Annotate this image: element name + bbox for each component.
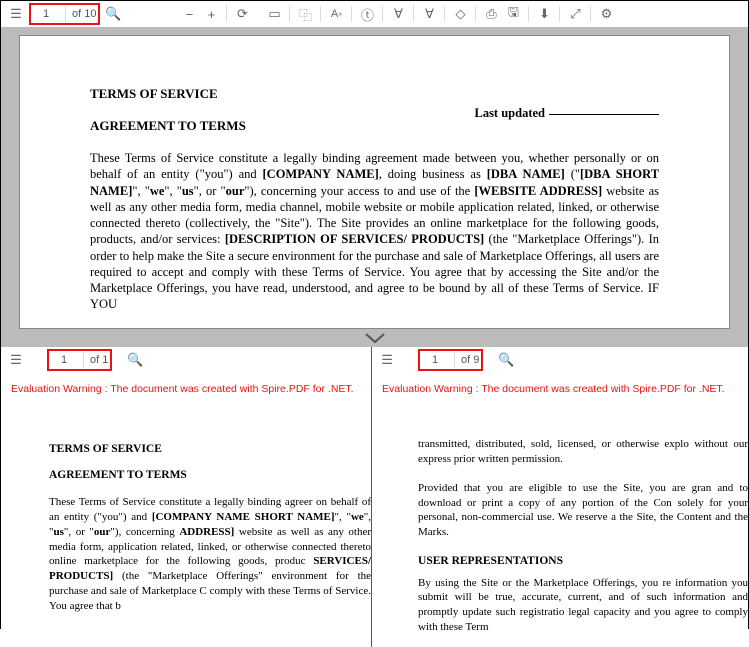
separator xyxy=(444,6,445,22)
separator xyxy=(559,6,560,22)
last-updated-label: Last updated xyxy=(474,106,659,121)
document-page: TERMS OF SERVICE Last updated AGREEMENT … xyxy=(19,35,730,329)
bottom-row: ☰ of 1 🔍 Evaluation Warning : The docume… xyxy=(1,347,748,647)
doc-title: TERMS OF SERVICE xyxy=(90,86,659,102)
doc-body-text: Provided that you are eligible to use th… xyxy=(418,481,748,540)
download-icon[interactable]: ⬇ xyxy=(535,5,553,23)
text-size-icon[interactable]: A» xyxy=(327,5,345,23)
separator xyxy=(351,6,352,22)
pdf-viewer-bottom-left: ☰ of 1 🔍 Evaluation Warning : The docume… xyxy=(1,347,372,647)
page-number-input[interactable] xyxy=(51,352,77,368)
page-indicator-highlight: of 1 xyxy=(47,349,112,371)
separator xyxy=(382,6,383,22)
page-indicator: of 1 xyxy=(51,352,108,368)
separator xyxy=(528,6,529,22)
separator xyxy=(65,6,66,22)
text-tool-icon[interactable]: ⓣ xyxy=(358,5,376,23)
doc-body-text: By using the Site or the Marketplace Off… xyxy=(418,576,748,635)
sidebar-toggle-icon[interactable]: ☰ xyxy=(7,351,25,369)
page-layout-icon[interactable]: ⿻ xyxy=(296,5,314,23)
rotate-icon[interactable]: ⟳ xyxy=(233,5,251,23)
toolbar-br: ☰ of 9 🔍 xyxy=(372,347,748,373)
erase-icon[interactable]: ◇ xyxy=(451,5,469,23)
toolbar-top: ☰ of 10 🔍 − + ⟳ ▭ ⿻ A» ⓣ ∀ ∀ ◇ ⎙ 🖫 ⬇ xyxy=(1,1,748,27)
doc-heading-user-rep: USER REPRESENTATIONS xyxy=(418,554,748,570)
page-indicator-highlight: of 9 xyxy=(418,349,483,371)
doc-body-text: These Terms of Service constitute a lega… xyxy=(49,495,371,614)
page-number-input[interactable] xyxy=(422,352,448,368)
settings-icon[interactable]: ⚙ xyxy=(597,5,615,23)
fullscreen-icon[interactable]: ⤢ xyxy=(566,5,584,23)
page-total-label: of 10 xyxy=(72,8,96,20)
pdf-viewer-bottom-right: ☰ of 9 🔍 Evaluation Warning : The docume… xyxy=(372,347,748,647)
page-total-label: of 1 xyxy=(90,354,108,366)
document-area-top: TERMS OF SERVICE Last updated AGREEMENT … xyxy=(1,27,748,329)
search-icon[interactable]: 🔍 xyxy=(497,351,515,369)
search-icon[interactable]: 🔍 xyxy=(126,351,144,369)
zoom-in-icon[interactable]: + xyxy=(202,5,220,23)
separator xyxy=(226,6,227,22)
zoom-out-icon[interactable]: − xyxy=(180,5,198,23)
evaluation-warning: Evaluation Warning : The document was cr… xyxy=(372,373,748,397)
page-indicator: of 10 xyxy=(33,6,96,22)
doc-heading-agreement: AGREEMENT TO TERMS xyxy=(49,469,371,481)
sidebar-toggle-icon[interactable]: ☰ xyxy=(378,351,396,369)
separator xyxy=(454,352,455,368)
expand-arrow[interactable] xyxy=(1,329,748,347)
marker-icon[interactable]: ∀ xyxy=(420,5,438,23)
doc-body-text: These Terms of Service constitute a lega… xyxy=(90,150,659,313)
doc-body-text: transmitted, distributed, sold, licensed… xyxy=(418,437,748,467)
separator xyxy=(320,6,321,22)
separator xyxy=(475,6,476,22)
pdf-viewer-top: ☰ of 10 🔍 − + ⟳ ▭ ⿻ A» ⓣ ∀ ∀ ◇ ⎙ 🖫 ⬇ xyxy=(1,1,748,329)
separator xyxy=(590,6,591,22)
search-icon[interactable]: 🔍 xyxy=(104,5,122,23)
evaluation-warning: Evaluation Warning : The document was cr… xyxy=(1,373,371,397)
fit-width-icon[interactable]: ▭ xyxy=(265,5,283,23)
highlight-icon[interactable]: ∀ xyxy=(389,5,407,23)
print-icon[interactable]: ⎙ xyxy=(482,5,500,23)
doc-title: TERMS OF SERVICE xyxy=(49,443,371,455)
page-number-input[interactable] xyxy=(33,6,59,22)
toolbar-bl: ☰ of 1 🔍 xyxy=(1,347,371,373)
separator xyxy=(83,352,84,368)
page-indicator-highlight: of 10 xyxy=(29,3,100,25)
save-icon[interactable]: 🖫 xyxy=(504,5,522,23)
page-indicator: of 9 xyxy=(422,352,479,368)
sidebar-toggle-icon[interactable]: ☰ xyxy=(7,5,25,23)
separator xyxy=(289,6,290,22)
separator xyxy=(413,6,414,22)
page-total-label: of 9 xyxy=(461,354,479,366)
